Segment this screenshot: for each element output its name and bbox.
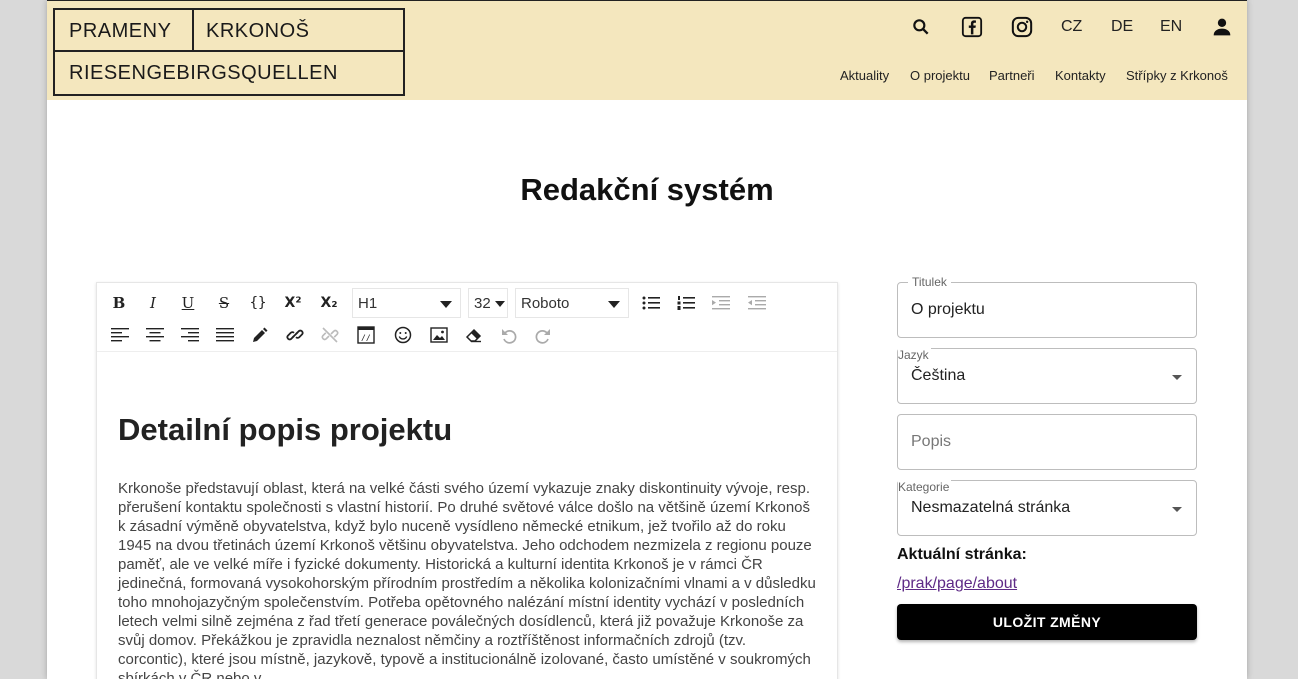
font-family-value: Roboto [521,295,570,312]
description-field[interactable]: Popis [897,414,1197,470]
image-icon[interactable] [426,323,452,347]
svg-text://: // [361,334,371,343]
font-size-value: 32 [474,295,491,312]
nav-aktuality[interactable]: Aktuality [840,68,889,83]
link-icon[interactable] [282,323,308,347]
editor-toolbar: B I U S {} X² X₂ H1 32 Roboto // [97,283,837,352]
color-picker-icon[interactable] [247,323,273,347]
undo-icon[interactable] [496,323,522,347]
lang-cz[interactable]: CZ [1061,18,1082,36]
align-justify-icon[interactable] [212,323,238,347]
lang-de[interactable]: DE [1111,18,1133,36]
font-size-select[interactable]: 32 [468,288,508,318]
logo-text-krkonos: KRKONOŠ [206,20,310,42]
redo-icon[interactable] [530,323,556,347]
category-select-value: Nesmazatelná stránka [911,499,1071,516]
chevron-down-icon [495,301,505,307]
eraser-icon[interactable] [461,323,487,347]
align-right-icon[interactable] [177,323,203,347]
unlink-icon[interactable] [317,323,343,347]
logo[interactable]: PRAMENY KRKONOŠ RIESENGEBIRGSQUELLEN [53,8,405,96]
page: PRAMENY KRKONOŠ RIESENGEBIRGSQUELLEN CZ … [47,0,1247,679]
current-page-label: Aktuální stránka: [897,546,1027,563]
code-button[interactable]: {} [245,291,271,315]
superscript-button[interactable]: X² [280,291,306,315]
block-format-select[interactable]: H1 [352,288,461,318]
numbered-list-icon[interactable] [673,291,699,315]
language-select-value: Čeština [911,367,966,384]
logo-row-top: PRAMENY KRKONOŠ [55,10,403,52]
site-header: PRAMENY KRKONOŠ RIESENGEBIRGSQUELLEN CZ … [47,1,1247,100]
description-placeholder: Popis [911,433,952,450]
chevron-down-icon [1172,507,1182,512]
category-select[interactable]: Kategorie Nesmazatelná stránka [897,480,1197,536]
save-button[interactable]: ULOŽIT ZMĚNY [897,604,1197,640]
account-icon[interactable] [1210,15,1234,39]
outdent-icon[interactable] [744,291,770,315]
title-field-label: Titulek [908,275,951,289]
underline-button[interactable]: U [175,291,201,315]
chevron-down-icon [440,301,452,308]
block-format-value: H1 [358,295,378,312]
embed-icon[interactable]: // [353,323,379,347]
subscript-button[interactable]: X₂ [316,291,342,315]
content-paragraph: Krkonoše představují oblast, která na ve… [118,480,816,679]
page-title: Redakční systém [520,172,774,207]
indent-icon[interactable] [708,291,734,315]
italic-button[interactable]: I [140,291,166,315]
bold-button[interactable]: B [106,291,132,315]
lang-en[interactable]: EN [1160,18,1182,36]
editor-content[interactable]: Detailní popis projektu Krkonoše předsta… [118,353,818,679]
logo-text-prameny: PRAMENY [55,10,194,50]
instagram-icon[interactable] [1010,15,1034,39]
chevron-down-icon [1172,375,1182,380]
logo-text-riesengebirgsquellen: RIESENGEBIRGSQUELLEN [69,62,338,84]
nav-kontakty[interactable]: Kontakty [1055,68,1106,83]
nav-o-projektu[interactable]: O projektu [910,68,970,83]
bullet-list-icon[interactable] [638,291,664,315]
category-select-label: Kategorie [898,480,952,494]
font-family-select[interactable]: Roboto [515,288,629,318]
search-icon[interactable] [909,15,933,39]
title-field[interactable]: Titulek O projektu [897,275,1197,338]
content-heading: Detailní popis projektu [118,412,453,447]
nav-stripky[interactable]: Střípky z Krkonoš [1126,68,1228,83]
rich-text-editor: B I U S {} X² X₂ H1 32 Roboto // Detailn… [96,282,838,679]
chevron-down-icon [608,301,620,308]
language-select-label: Jazyk [898,348,931,362]
align-center-icon[interactable] [142,323,168,347]
current-page-link[interactable]: /prak/page/about [897,575,1017,593]
nav-partneri[interactable]: Partneři [989,68,1035,83]
facebook-icon[interactable] [960,15,984,39]
align-left-icon[interactable] [107,323,133,347]
emoji-icon[interactable] [390,323,416,347]
title-field-value: O projektu [911,301,985,318]
strikethrough-button[interactable]: S [211,291,237,315]
language-select[interactable]: Jazyk Čeština [897,348,1197,404]
